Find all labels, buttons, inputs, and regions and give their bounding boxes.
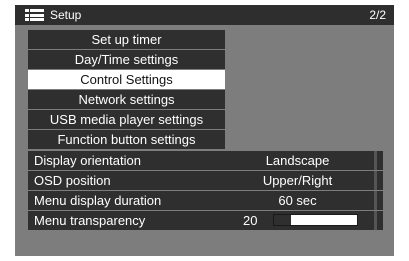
setup-menu-window: Setup 2/2 Set up timer Day/Time settings… xyxy=(15,5,394,256)
setting-label: Menu transparency xyxy=(34,213,146,228)
setting-menu-transparency[interactable]: Menu transparency 20 xyxy=(28,211,383,230)
page-indicator: 2/2 xyxy=(369,8,386,22)
setting-label: Menu display duration xyxy=(34,193,162,208)
row-divider xyxy=(374,211,377,230)
setting-value[interactable]: Upper/Right xyxy=(225,173,370,188)
menu-item-usb-media-player-settings[interactable]: USB media player settings xyxy=(28,110,225,129)
transparency-slider[interactable] xyxy=(273,214,358,226)
menu-item-function-button-settings[interactable]: Function button settings xyxy=(28,130,225,149)
setting-value[interactable]: Landscape xyxy=(225,153,370,168)
row-divider xyxy=(374,151,377,170)
setting-osd-position[interactable]: OSD position Upper/Right xyxy=(28,171,383,190)
setting-label: OSD position xyxy=(34,173,111,188)
setting-menu-display-duration[interactable]: Menu display duration 60 sec xyxy=(28,191,383,210)
row-divider xyxy=(374,191,377,210)
row-divider xyxy=(374,171,377,190)
page-title: Setup xyxy=(50,8,82,22)
menu-item-network-settings[interactable]: Network settings xyxy=(28,90,225,109)
setting-value[interactable]: 60 sec xyxy=(225,193,370,208)
transparency-slider-fill xyxy=(274,215,291,225)
menu-item-set-up-timer[interactable]: Set up timer xyxy=(28,30,225,49)
setting-display-orientation[interactable]: Display orientation Landscape xyxy=(28,151,383,170)
menu-list-icon xyxy=(25,9,44,21)
setting-label: Display orientation xyxy=(34,153,141,168)
title-bar: Setup 2/2 xyxy=(15,5,394,25)
transparency-value: 20 xyxy=(243,213,258,228)
menu-item-control-settings[interactable]: Control Settings xyxy=(28,70,225,89)
menu-item-day-time-settings[interactable]: Day/Time settings xyxy=(28,50,225,69)
